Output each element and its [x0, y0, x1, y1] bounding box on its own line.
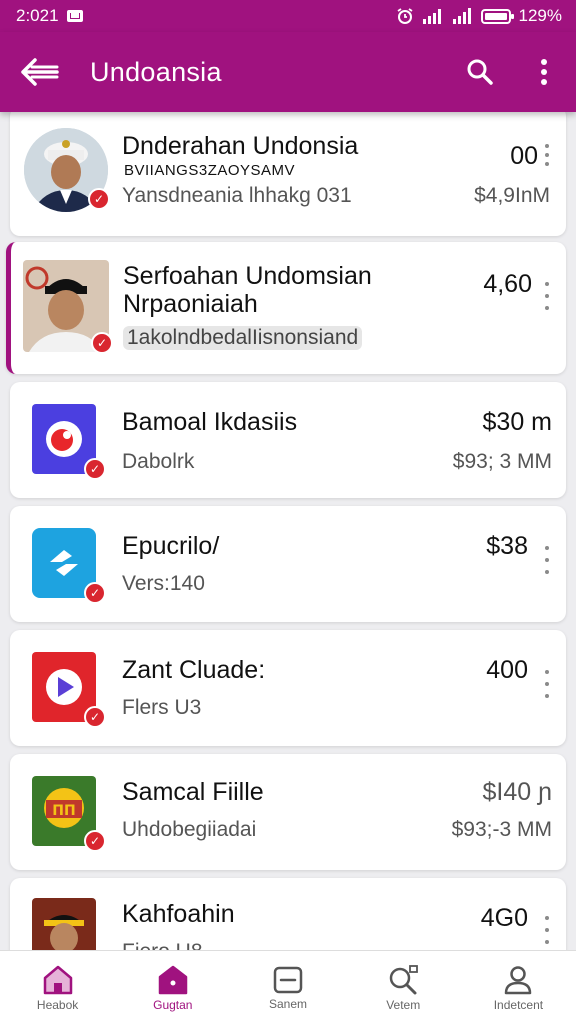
search-icon [389, 964, 419, 994]
verified-badge-icon: ✓ [84, 582, 106, 604]
arrow-left-icon [21, 58, 59, 86]
item-price: 4,60 [483, 270, 532, 298]
verified-badge-icon: ✓ [84, 830, 106, 852]
nav-label: Sanem [268, 996, 308, 1011]
item-name: Samcal Fiille [122, 778, 264, 806]
item-price-sub: $93;-3 MM [451, 818, 552, 841]
verified-badge-icon: ✓ [91, 332, 113, 354]
item-name: Bamoal Ikdasiis [122, 408, 298, 436]
item-price-sub: $93; 3 MM [452, 450, 552, 473]
search-icon [467, 59, 493, 85]
item-price: 400 [486, 656, 528, 684]
nav-tab-active[interactable]: Gugtan [115, 951, 230, 1024]
verified-badge-icon: ✓ [84, 706, 106, 728]
battery-icon [480, 8, 514, 24]
item-name: Serfoahan Undomsian [123, 262, 372, 290]
item-subtitle: Dabolrk [122, 450, 195, 473]
nav-tab-search[interactable]: Vetem [346, 951, 461, 1024]
item-subtitle: 1akolndbedalIisnonsiand [123, 326, 363, 350]
item-subtitle: Flers U3 [122, 696, 202, 719]
app-icon: ΠΠ ✓ [32, 776, 106, 852]
status-bar: 2:021 129% [0, 0, 576, 32]
item-menu-icon[interactable] [541, 670, 553, 698]
house-icon [158, 965, 188, 994]
app-bar: Undoansia [0, 32, 576, 112]
page-title: Undoansia [90, 56, 222, 87]
item-price: $30 m [482, 408, 552, 436]
item-tagline: BVIIANGS3ZAOYSAMV [124, 162, 296, 179]
app-icon: ✓ [32, 528, 106, 604]
battery-percent: 129% [518, 6, 562, 25]
nav-label: Indetcent [493, 997, 544, 1012]
item-name: Zant Cluade: [122, 656, 266, 684]
more-options-button[interactable] [512, 32, 576, 112]
nav-label: Heabok [36, 997, 79, 1012]
item-subtitle: Uhdobegiiadai [122, 818, 257, 841]
svg-text:ΠΠ: ΠΠ [52, 803, 75, 819]
back-button[interactable] [0, 32, 80, 112]
item-subtitle: Vers:140 [122, 572, 205, 595]
alarm-icon [397, 8, 413, 24]
nav-tab-home[interactable]: Heabok [0, 951, 115, 1024]
list-icon [273, 966, 303, 993]
person-icon [505, 965, 532, 994]
item-price: 00 [510, 142, 538, 170]
signal-icon-2 [452, 8, 471, 24]
list-item[interactable]: ✓ Zant Cluade: Flers U3 400 [10, 630, 566, 746]
item-price: $38 [486, 532, 528, 560]
list-item[interactable]: Kahfoahin Fiero U8 4G0 [10, 878, 566, 950]
list-item[interactable]: ΠΠ ✓ Samcal Fiille Uhdobegiiadai $I40 ɲ … [10, 754, 566, 870]
avatar: ✓ [23, 260, 113, 354]
status-time: 2:021 [16, 6, 59, 25]
nav-label: Gugtan [153, 997, 193, 1012]
verified-badge-icon: ✓ [88, 188, 110, 210]
nav-tab-profile[interactable]: Indetcent [461, 951, 576, 1024]
verified-badge-icon: ✓ [84, 458, 106, 480]
avatar [32, 898, 96, 950]
list-item[interactable]: ✓ Bamoal Ikdasiis Dabolrk $30 m $93; 3 M… [10, 382, 566, 498]
item-menu-icon[interactable] [541, 282, 553, 310]
avatar: ✓ [24, 128, 110, 212]
item-name-line2: Nrpaoniaiah [123, 290, 258, 318]
item-name: Dnderahan Undonsia [122, 132, 359, 160]
kebab-menu-icon [541, 59, 547, 85]
mail-notification-icon [66, 10, 83, 22]
search-button[interactable] [448, 32, 512, 112]
app-icon: ✓ [32, 404, 106, 480]
list-item[interactable]: ✓ Epucrilo/ Vers:140 $38 [10, 506, 566, 622]
item-name: Epucrilo/ [122, 532, 220, 560]
signal-icon [422, 9, 441, 24]
item-menu-icon[interactable] [541, 546, 553, 574]
item-menu-icon[interactable] [541, 144, 553, 166]
home-icon [43, 965, 72, 994]
item-price: 4G0 [480, 904, 528, 932]
item-price-sub: $4,9InM [474, 184, 550, 207]
item-name: Kahfoahin [122, 900, 235, 928]
item-subtitle: Fiero U8 [122, 940, 203, 950]
item-menu-icon[interactable] [541, 916, 553, 944]
item-price: $I40 ɲ [482, 778, 552, 806]
nav-label: Vetem [386, 997, 421, 1012]
bottom-navigation: Heabok Gugtan Sanem Vetem Indetcent [0, 950, 576, 1024]
app-icon: ✓ [32, 652, 106, 728]
nav-tab-list[interactable]: Sanem [230, 951, 345, 1024]
item-subtitle: Yansdneania lhhakg 031 [122, 184, 352, 207]
item-list[interactable]: ✓ Dnderahan Undonsia BVIIANGS3ZAOYSAMV Y… [0, 112, 576, 950]
list-item[interactable]: ✓ Dnderahan Undonsia BVIIANGS3ZAOYSAMV Y… [10, 112, 566, 236]
list-item-selected[interactable]: ✓ Serfoahan Undomsian Nrpaoniaiah 1akoln… [6, 242, 566, 374]
